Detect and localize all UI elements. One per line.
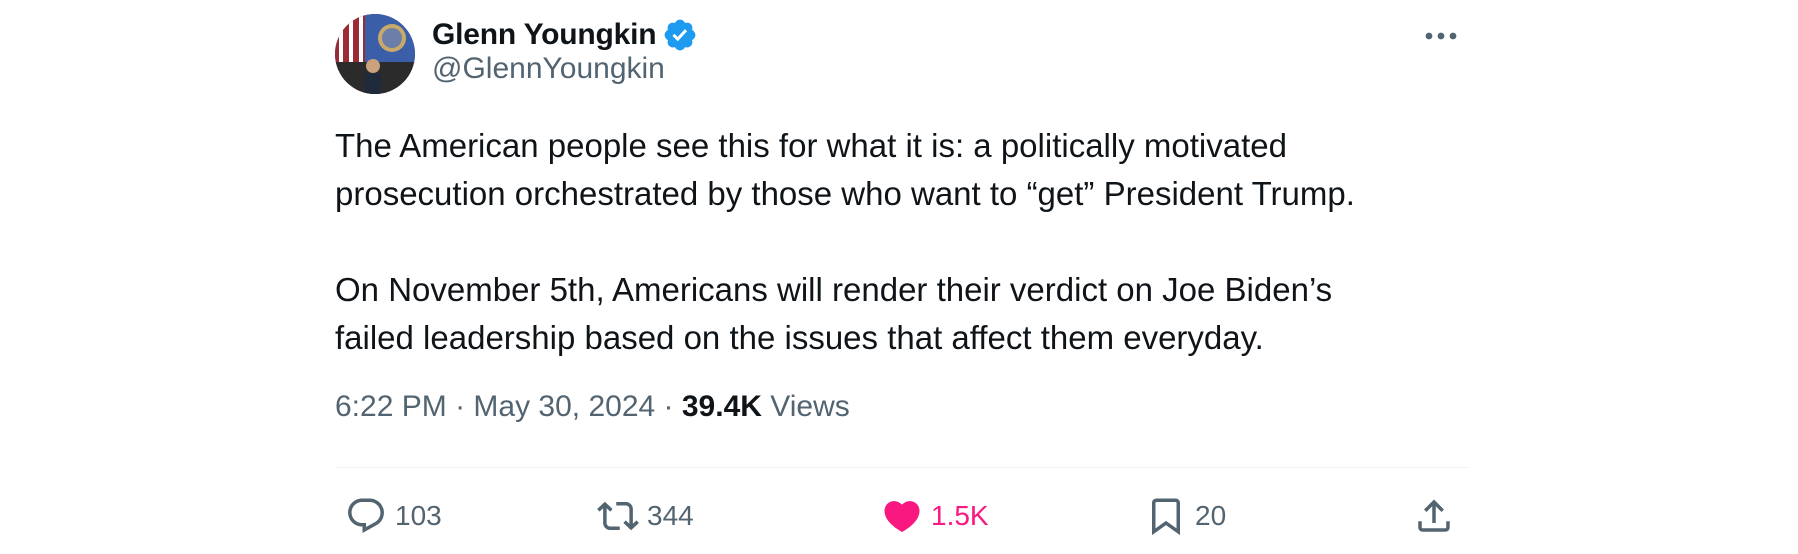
verified-badge-icon[interactable]	[662, 17, 698, 53]
more-options-button[interactable]	[1413, 16, 1469, 56]
views-count: 39.4K	[681, 390, 762, 423]
avatar[interactable]	[335, 14, 415, 94]
tweet-time[interactable]: 6:22 PM	[335, 390, 447, 424]
author-handle[interactable]: @GlennYoungkin	[432, 52, 665, 86]
heart-icon	[884, 501, 920, 533]
reply-count: 103	[395, 500, 442, 531]
share-icon	[1418, 499, 1450, 532]
bookmark-count: 20	[1195, 500, 1227, 531]
action-bar: 103 344 1.5K 20	[335, 490, 1469, 542]
views-label: Views	[770, 390, 850, 423]
divider	[335, 467, 1469, 468]
avatar-photo	[335, 14, 415, 94]
author-name-row: Glenn Youngkin	[432, 13, 698, 57]
more-dots-icon	[1425, 32, 1457, 40]
meta-separator: ·	[446, 390, 474, 423]
repost-icon	[597, 501, 639, 531]
bookmark-icon	[1152, 498, 1180, 536]
like-count: 1.5K	[931, 500, 989, 531]
tweet-date[interactable]: May 30, 2024	[473, 390, 655, 424]
reply-button[interactable]: 103	[345, 490, 442, 542]
author-display-name[interactable]: Glenn Youngkin	[432, 18, 657, 52]
tweet-paragraph: On November 5th, Americans will render t…	[335, 271, 1333, 356]
bookmark-button[interactable]: 20	[1145, 490, 1226, 542]
tweet-meta: 6:22 PM · May 30, 2024 · 39.4K Views	[335, 390, 850, 424]
reply-icon	[348, 498, 384, 533]
repost-count: 344	[647, 500, 694, 531]
like-button[interactable]: 1.5K	[881, 490, 989, 542]
tweet-paragraph: The American people see this for what it…	[335, 127, 1355, 212]
repost-button[interactable]: 344	[597, 490, 694, 542]
tweet-text: The American people see this for what it…	[335, 122, 1469, 362]
meta-separator: ·	[655, 390, 682, 423]
tweet-card: Glenn Youngkin @GlennYoungkin The Americ…	[335, 0, 1469, 554]
share-button[interactable]	[1413, 490, 1455, 542]
